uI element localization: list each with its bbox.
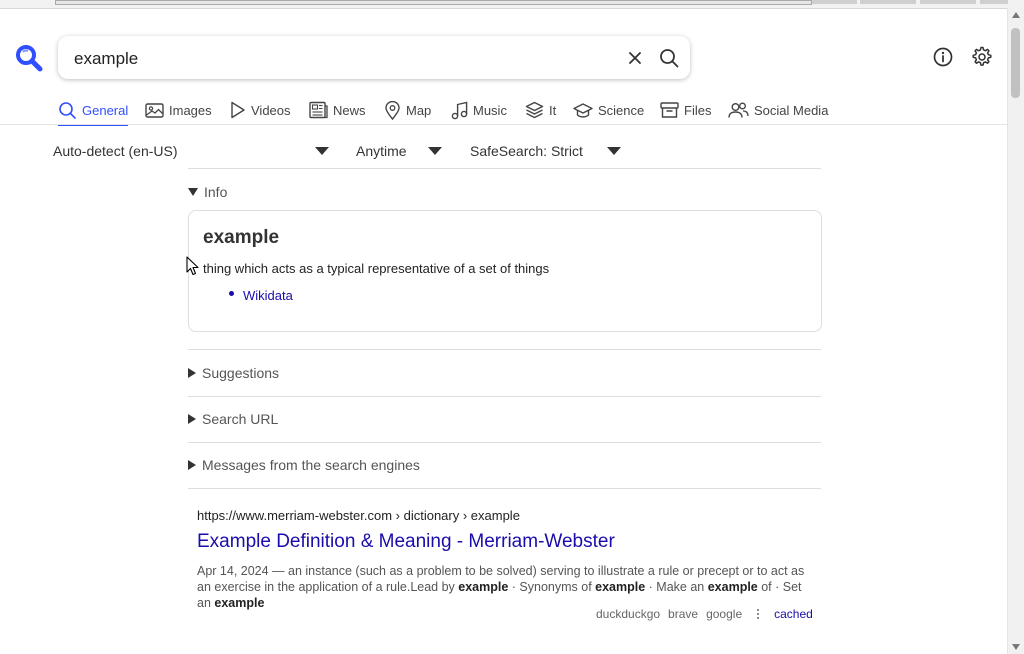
triangle-down-icon — [188, 188, 198, 196]
tabs-divider — [0, 124, 1008, 125]
list-bullet — [229, 291, 234, 296]
tab-label: Videos — [251, 102, 291, 118]
result-url-host: https://www.merriam-webster.com — [197, 508, 393, 523]
snippet-highlight: example — [595, 580, 646, 594]
language-chevron-down-icon[interactable] — [315, 147, 329, 155]
snippet-highlight: example — [214, 596, 265, 610]
search-result: https://www.merriam-webster.com › dictio… — [197, 508, 817, 611]
result-url-path: › dictionary › example — [392, 508, 520, 523]
search-input[interactable] — [72, 36, 596, 81]
info-icon[interactable] — [930, 44, 956, 70]
page-scrollbar[interactable] — [1007, 8, 1024, 654]
triangle-right-icon — [188, 368, 196, 378]
time-range-chevron-down-icon[interactable] — [428, 147, 442, 155]
tab-news[interactable]: News — [309, 96, 366, 124]
engine-messages-label: Messages from the search engines — [202, 457, 420, 473]
language-select[interactable]: Auto-detect (en-US) — [53, 139, 178, 163]
tab-label: Files — [684, 102, 712, 118]
tab-files[interactable]: Files — [660, 96, 711, 124]
tab-label: Images — [169, 102, 212, 118]
scroll-up-arrow-icon[interactable] — [1012, 12, 1020, 18]
infobox-description: thing which acts as a typical representa… — [203, 261, 550, 276]
tab-images[interactable]: Images — [145, 96, 212, 124]
gear-icon[interactable] — [968, 44, 994, 70]
search-icon — [660, 49, 679, 68]
tab-label: It — [549, 102, 557, 118]
tab-label: Social Media — [754, 102, 829, 118]
tab-label: Music — [473, 102, 507, 118]
archive-icon — [660, 102, 679, 118]
browser-top-strip — [0, 0, 1024, 9]
engine-messages-section-toggle[interactable]: Messages from the search engines — [188, 457, 420, 473]
kebab-menu-icon[interactable] — [752, 609, 764, 619]
searxng-logo-icon[interactable] — [14, 43, 44, 73]
divider — [188, 168, 821, 169]
infobox: example thing which acts as a typical re… — [188, 210, 822, 332]
tab-label: Map — [406, 102, 432, 118]
tab-it[interactable]: It — [525, 96, 556, 124]
suggestions-section-toggle[interactable]: Suggestions — [188, 365, 279, 381]
tab-label: News — [333, 102, 366, 118]
music-note-icon — [451, 101, 468, 119]
tab-videos[interactable]: Videos — [230, 96, 291, 124]
mouse-cursor-icon — [186, 256, 199, 276]
layers-icon — [525, 101, 544, 119]
tab-map[interactable]: Map — [384, 96, 431, 124]
snippet-highlight: example — [458, 580, 509, 594]
tab-music[interactable]: Music — [451, 96, 507, 124]
close-icon — [629, 52, 641, 64]
safesearch-select[interactable]: SafeSearch: Strict — [470, 139, 583, 163]
divider — [188, 349, 821, 350]
result-engines: duckduckgo brave google cached — [596, 607, 813, 621]
search-submit-button[interactable] — [656, 45, 682, 71]
safesearch-chevron-down-icon[interactable] — [607, 147, 621, 155]
tab-general[interactable]: General — [58, 96, 129, 126]
people-icon — [728, 102, 749, 118]
info-section-label: Info — [204, 184, 228, 200]
newspaper-icon — [309, 101, 328, 119]
search-url-section-toggle[interactable]: Search URL — [188, 411, 278, 427]
divider — [188, 488, 821, 489]
triangle-right-icon — [188, 414, 196, 424]
tab-label: General — [82, 102, 129, 118]
tab-label: Science — [598, 102, 645, 118]
clear-search-button[interactable] — [622, 45, 648, 71]
time-range-select-value: Anytime — [356, 143, 407, 159]
engine-label: google — [706, 607, 743, 621]
infobox-title: example — [203, 227, 280, 248]
snippet-text: · Synonyms of — [508, 580, 596, 594]
map-pin-icon — [385, 100, 400, 120]
divider — [188, 442, 821, 443]
engine-label: duckduckgo — [596, 607, 661, 621]
cached-link[interactable]: cached — [774, 607, 813, 621]
tab-science[interactable]: Science — [573, 96, 644, 124]
suggestions-label: Suggestions — [202, 365, 280, 381]
graduation-cap-icon — [573, 102, 593, 118]
snippet-text: · Make an — [645, 580, 708, 594]
tab-social-media[interactable]: Social Media — [728, 96, 828, 124]
result-url[interactable]: https://www.merriam-webster.com › dictio… — [197, 508, 817, 524]
result-snippet: Apr 14, 2024 — an instance (such as a pr… — [197, 563, 817, 611]
language-select-value: Auto-detect (en-US) — [53, 143, 178, 159]
scroll-down-arrow-icon[interactable] — [1012, 644, 1020, 650]
search-icon — [59, 101, 76, 119]
search-url-label: Search URL — [202, 411, 279, 427]
wikidata-link[interactable]: Wikidata — [243, 288, 293, 303]
engine-label: brave — [668, 607, 699, 621]
snippet-highlight: example — [707, 580, 758, 594]
image-icon — [145, 102, 164, 118]
result-title-link[interactable]: Example Definition & Meaning - Merriam-W… — [197, 531, 817, 555]
safesearch-select-value: SafeSearch: Strict — [470, 143, 583, 159]
divider — [188, 396, 821, 397]
play-icon — [231, 101, 245, 119]
info-section-toggle[interactable]: Info — [188, 184, 227, 200]
scroll-thumb[interactable] — [1011, 28, 1020, 98]
triangle-right-icon — [188, 460, 196, 470]
time-range-select[interactable]: Anytime — [356, 139, 407, 163]
search-box — [58, 36, 690, 81]
